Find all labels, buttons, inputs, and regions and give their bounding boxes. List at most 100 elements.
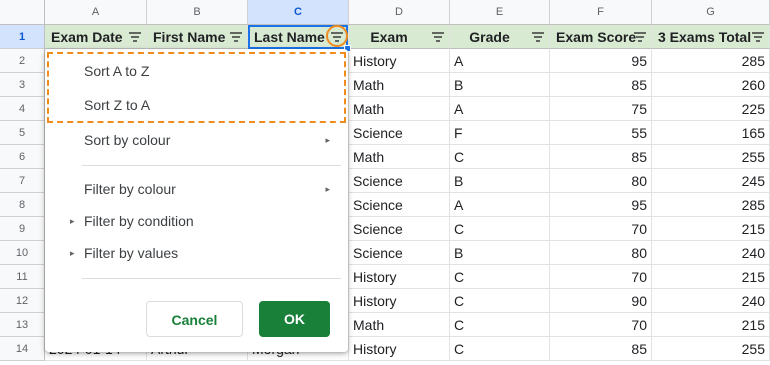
cell-exam[interactable]: History [349, 265, 450, 289]
cell-score[interactable]: 70 [550, 217, 652, 241]
row-header[interactable]: 8 [0, 193, 45, 217]
header-cell[interactable]: First Name [147, 25, 248, 49]
filter-icon[interactable] [431, 31, 445, 43]
cell-grade[interactable]: C [450, 145, 550, 169]
cell-exam[interactable]: Science [349, 193, 450, 217]
cell-exam[interactable]: Math [349, 313, 450, 337]
menu-divider [82, 165, 341, 166]
cell-exam[interactable]: History [349, 49, 450, 73]
cell-grade[interactable]: B [450, 73, 550, 97]
row-header[interactable]: 14 [0, 337, 45, 361]
row-header[interactable]: 4 [0, 97, 45, 121]
cell-exam[interactable]: Science [349, 169, 450, 193]
cell-grade[interactable]: C [450, 289, 550, 313]
row-header[interactable]: 3 [0, 73, 45, 97]
filter-icon[interactable] [531, 31, 545, 43]
cell-grade[interactable]: C [450, 337, 550, 361]
cell-exam[interactable]: History [349, 289, 450, 313]
row-header[interactable]: 9 [0, 217, 45, 241]
cell-grade[interactable]: C [450, 313, 550, 337]
column-header-a[interactable]: A [45, 0, 147, 25]
ok-button[interactable]: OK [259, 301, 330, 337]
cell-grade[interactable]: A [450, 97, 550, 121]
cell-score[interactable]: 95 [550, 49, 652, 73]
chevron-right-icon: ▸ [325, 184, 330, 194]
header-label: Exam Score [556, 29, 637, 45]
header-cell[interactable]: Exam Score [550, 25, 652, 49]
cancel-button[interactable]: Cancel [146, 301, 243, 337]
cell-exam[interactable]: Math [349, 97, 450, 121]
cell-exam[interactable]: Science [349, 241, 450, 265]
filter-icon[interactable] [128, 31, 142, 43]
column-header-c[interactable]: C [248, 0, 349, 25]
row-header[interactable]: 2 [0, 49, 45, 73]
cell-score[interactable]: 80 [550, 241, 652, 265]
filter-icon[interactable] [751, 31, 765, 43]
filter-by-condition-item[interactable]: ▸ Filter by condition [45, 205, 348, 237]
filter-icon[interactable] [229, 31, 243, 43]
header-cell[interactable]: Grade [450, 25, 550, 49]
row-header[interactable]: 13 [0, 313, 45, 337]
filter-by-colour-label: Filter by colour [84, 181, 176, 197]
cell-grade[interactable]: B [450, 241, 550, 265]
cell-grade[interactable]: F [450, 121, 550, 145]
header-label: Exam Date [51, 29, 123, 45]
header-cell[interactable]: 3 Exams Total [652, 25, 770, 49]
cell-total[interactable]: 240 [652, 289, 770, 313]
cell-total[interactable]: 165 [652, 121, 770, 145]
row-header[interactable]: 5 [0, 121, 45, 145]
cell-exam[interactable]: Science [349, 121, 450, 145]
cell-total[interactable]: 215 [652, 265, 770, 289]
sort-highlight-box [47, 52, 346, 123]
cell-grade[interactable]: C [450, 217, 550, 241]
cell-grade[interactable]: B [450, 169, 550, 193]
cell-total[interactable]: 285 [652, 193, 770, 217]
cell-total[interactable]: 245 [652, 169, 770, 193]
column-header-e[interactable]: E [450, 0, 550, 25]
cell-total[interactable]: 240 [652, 241, 770, 265]
column-header-g[interactable]: G [652, 0, 770, 25]
cell-grade[interactable]: A [450, 49, 550, 73]
cell-score[interactable]: 95 [550, 193, 652, 217]
filter-icon[interactable] [633, 31, 647, 43]
cell-total[interactable]: 285 [652, 49, 770, 73]
header-label: Grade [469, 29, 510, 45]
header-cell[interactable]: Exam [349, 25, 450, 49]
cell-score[interactable]: 80 [550, 169, 652, 193]
row-header[interactable]: 7 [0, 169, 45, 193]
row-header[interactable]: 10 [0, 241, 45, 265]
column-header-b[interactable]: B [147, 0, 248, 25]
cell-score[interactable]: 70 [550, 265, 652, 289]
row-header[interactable]: 11 [0, 265, 45, 289]
cell-exam[interactable]: Math [349, 145, 450, 169]
expand-triangle-icon: ▸ [70, 248, 75, 258]
filter-by-values-item[interactable]: ▸ Filter by values [45, 237, 348, 269]
cell-score[interactable]: 90 [550, 289, 652, 313]
cell-total[interactable]: 215 [652, 217, 770, 241]
cell-score[interactable]: 70 [550, 313, 652, 337]
cell-grade[interactable]: C [450, 265, 550, 289]
cell-grade[interactable]: A [450, 193, 550, 217]
sort-by-colour-item[interactable]: Sort by colour ▸ [45, 124, 348, 156]
select-all-corner[interactable] [0, 0, 45, 25]
header-cell[interactable]: Exam Date [45, 25, 147, 49]
cell-score[interactable]: 55 [550, 121, 652, 145]
row-header[interactable]: 6 [0, 145, 45, 169]
cell-total[interactable]: 260 [652, 73, 770, 97]
cell-total[interactable]: 255 [652, 337, 770, 361]
cell-exam[interactable]: Math [349, 73, 450, 97]
row-header[interactable]: 12 [0, 289, 45, 313]
cell-total[interactable]: 225 [652, 97, 770, 121]
cell-score[interactable]: 85 [550, 145, 652, 169]
cell-total[interactable]: 255 [652, 145, 770, 169]
cell-score[interactable]: 85 [550, 337, 652, 361]
filter-by-colour-item[interactable]: Filter by colour ▸ [45, 173, 348, 205]
column-header-f[interactable]: F [550, 0, 652, 25]
cell-total[interactable]: 215 [652, 313, 770, 337]
row-header-1[interactable]: 1 [0, 25, 45, 49]
cell-exam[interactable]: Science [349, 217, 450, 241]
cell-exam[interactable]: History [349, 337, 450, 361]
column-header-d[interactable]: D [349, 0, 450, 25]
cell-score[interactable]: 85 [550, 73, 652, 97]
cell-score[interactable]: 75 [550, 97, 652, 121]
